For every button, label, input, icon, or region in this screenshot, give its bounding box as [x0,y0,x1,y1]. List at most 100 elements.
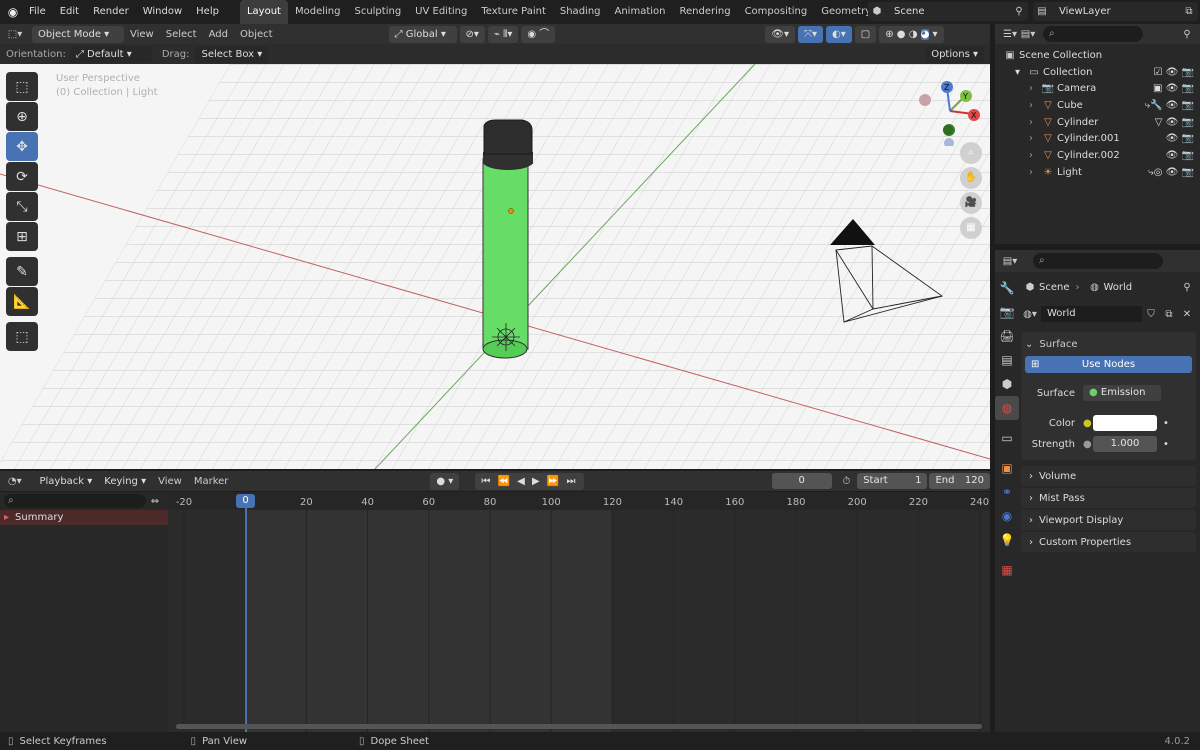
3d-viewport[interactable]: User Perspective (0) Collection | Light … [0,64,990,469]
world-tab-icon[interactable]: ◍ [995,396,1019,420]
visibility-dropdown[interactable]: 👁▾ [765,25,795,43]
expand-icon[interactable]: › [1029,167,1039,178]
rotate-tool-icon[interactable]: ⟳ [6,162,38,191]
tab-shading[interactable]: Shading [553,0,608,24]
cylinder-object[interactable] [482,119,533,359]
camera-view-icon[interactable]: 🎥 [960,192,982,214]
timeline-view-menu[interactable]: View [152,473,188,490]
move-tool-icon[interactable]: ✥ [6,132,38,161]
expand-icon[interactable]: › [1029,133,1039,144]
viewport-display-panel[interactable]: › Viewport Display [1021,510,1196,530]
xray-toggle[interactable]: ▢ [854,25,877,43]
visibility-icons[interactable]: ▽ 👁 📷 [1155,117,1194,128]
annotate-tool-icon[interactable]: ✎ [6,257,38,286]
navigation-gizmo[interactable]: Y X Z [915,76,985,146]
marker-menu[interactable]: Marker [188,473,235,490]
menu-window[interactable]: Window [136,0,189,24]
view-layer-tab-icon[interactable]: ▤ [995,348,1019,372]
current-frame-field[interactable]: 0 [771,473,832,489]
color-swatch[interactable] [1093,415,1157,431]
filter-icon[interactable]: ⚲ [1178,26,1196,43]
tab-compositing[interactable]: Compositing [738,0,815,24]
menu-object[interactable]: Object [234,26,279,43]
drag-dropdown[interactable]: Select Box ▾ [195,45,269,63]
render-tab-icon[interactable]: 📷 [995,300,1019,324]
object-tab-icon[interactable]: ▣ [995,456,1019,480]
outliner-item-cube[interactable]: › ▽ Cube ⤷🔧 👁 📷 [1001,97,1200,114]
tab-animation[interactable]: Animation [608,0,673,24]
properties-editor-icon[interactable]: ▤▾ [1001,253,1019,270]
menu-render[interactable]: Render [86,0,136,24]
pivot-dropdown[interactable]: ⊘▾ [459,25,485,43]
surface-panel-header[interactable]: ⌄ Surface [1025,334,1192,354]
snap-dropdown[interactable]: ⌁ ⫴▾ [487,25,519,43]
surface-shader-selector[interactable]: ● Emission [1083,385,1161,401]
texture-tab-icon[interactable]: ▦ [995,558,1019,582]
playhead-line[interactable] [245,508,247,732]
world-name-field[interactable]: World [1041,306,1142,322]
visibility-icons[interactable]: 👁 📷 [1166,133,1194,144]
custom-properties-panel[interactable]: › Custom Properties [1021,532,1196,552]
end-frame-field[interactable]: End 120 [929,473,990,489]
tab-uv-editing[interactable]: UV Editing [408,0,474,24]
swap-icon[interactable]: ⇔ [146,493,164,510]
measure-tool-icon[interactable]: 📐 [6,287,38,316]
add-cube-tool-icon[interactable]: ⬚ [6,322,38,351]
outliner-item-cylinder-001[interactable]: › ▽ Cylinder.001 👁 📷 [1001,130,1200,147]
duplicate-icon[interactable]: ⧉ [1160,306,1178,323]
outliner-scene-collection[interactable]: ▣ Scene Collection [1001,47,1200,64]
menu-add[interactable]: Add [203,26,234,43]
pin-icon[interactable]: ⚲ [1010,3,1028,20]
transform-tool-icon[interactable]: ⊞ [6,222,38,251]
properties-search-input[interactable]: ⌕ [1033,253,1163,269]
visibility-icons[interactable]: 👁 📷 [1166,150,1194,161]
constraints-tab-icon[interactable]: ⚭ [995,480,1019,504]
outliner-collection[interactable]: ▾ ▭ Collection ☑ 👁 📷 [1001,64,1200,81]
use-nodes-button[interactable]: ⊞ Use Nodes [1025,356,1192,373]
visibility-icons[interactable]: ⤷◎ 👁 📷 [1148,167,1194,178]
menu-help[interactable]: Help [189,0,226,24]
expand-icon[interactable]: › [1029,117,1039,128]
fake-user-icon[interactable]: ⛉ [1142,306,1160,323]
scale-tool-icon[interactable]: ⤡ [6,192,38,221]
tab-texture-paint[interactable]: Texture Paint [474,0,553,24]
transform-orientation-dropdown[interactable]: ⤢ Global ▾ [388,25,457,43]
channel-search-input[interactable]: ⌕ [4,494,146,508]
expand-icon[interactable]: ▾ [1015,67,1025,78]
playback-controls[interactable]: ⏮ ⏪ ◀ ▶ ⏩ ⏭ [475,472,584,490]
outliner-item-camera[interactable]: › 📷 Camera ▣ 👁 📷 [1001,80,1200,97]
menu-select[interactable]: Select [160,26,203,43]
outliner-search-input[interactable]: ⌕ [1043,26,1143,42]
zoom-icon[interactable]: ⌕ [960,142,982,164]
collection-checkbox-icon[interactable]: ☑ 👁 📷 [1154,67,1194,78]
gizmo-toggle[interactable]: ⤧▾ [798,25,824,43]
tool-tab-icon[interactable]: 🔧 [995,276,1019,300]
pan-hand-icon[interactable]: ✋ [960,167,982,189]
ortho-grid-icon[interactable]: ▦ [960,217,982,239]
proportional-edit-toggle[interactable]: ◉ ⌒ [521,25,556,43]
object-data-tab-icon[interactable]: 💡 [995,528,1019,552]
expand-icon[interactable]: › [1029,100,1039,111]
timeline-area[interactable]: -20 20 40 60 80 100 120 140 160 180 200 220 240 0 [168,492,990,732]
volume-panel[interactable]: › Volume [1021,466,1196,486]
outliner-item-cylinder-002[interactable]: › ▽ Cylinder.002 👁 📷 [1001,147,1200,164]
tab-modeling[interactable]: Modeling [288,0,348,24]
menu-file[interactable]: File [22,0,53,24]
outliner-item-light[interactable]: › ☀ Light ⤷◎ 👁 📷 [1001,164,1200,181]
outliner-editor-icon[interactable]: ☰▾ [1001,26,1019,43]
menu-view[interactable]: View [124,26,160,43]
physics-tab-icon[interactable]: ◉ [995,504,1019,528]
orientation-dropdown[interactable]: ⤢ Default ▾ [69,45,152,63]
timeline-scrollbar[interactable] [176,724,982,729]
tab-layout[interactable]: Layout [239,0,288,24]
autokey-toggle[interactable]: ● ▾ [430,472,460,490]
start-frame-field[interactable]: Start 1 [857,473,928,489]
shading-modes[interactable]: ⊕ ● ◑ ◕ ▾ [879,25,944,43]
tab-sculpting[interactable]: Sculpting [347,0,408,24]
options-dropdown[interactable]: Options ▾ [925,45,984,63]
summary-channel[interactable]: ▸ Summary [0,510,168,525]
expand-icon[interactable]: › [1029,150,1039,161]
new-viewlayer-icon[interactable]: ⧉ [1180,3,1198,20]
world-browse-icon[interactable]: ◍▾ [1021,306,1039,323]
scene-tab-icon[interactable]: ⬢ [995,372,1019,396]
